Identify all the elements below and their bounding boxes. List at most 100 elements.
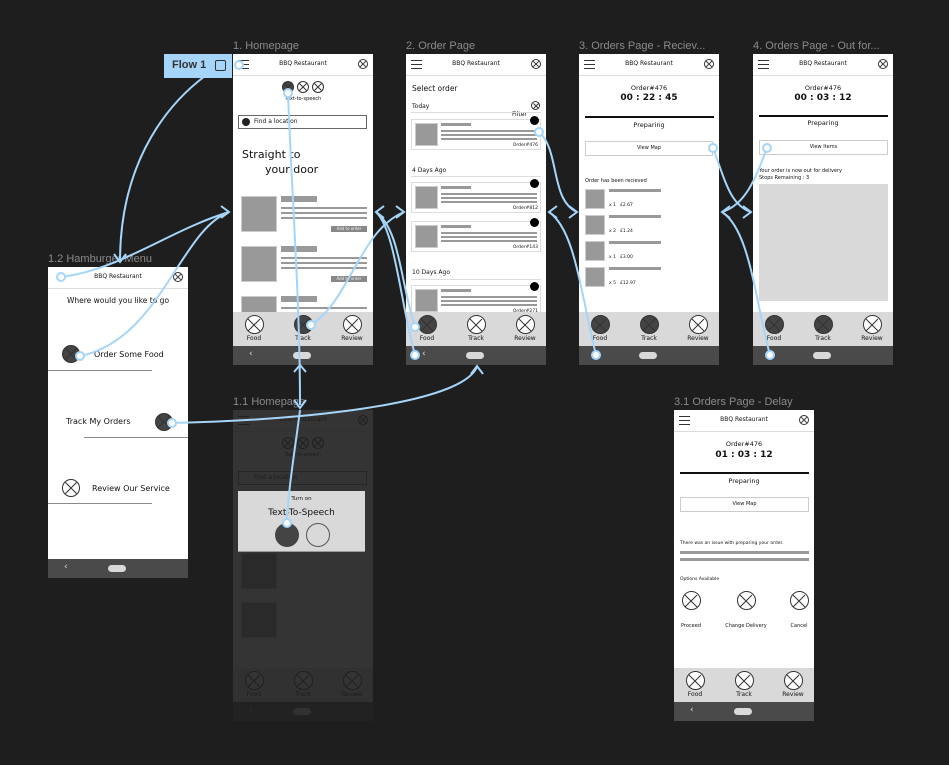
filter-button[interactable]: Filter — [512, 101, 540, 120]
nav-label: Track — [295, 335, 311, 342]
select-dot[interactable] — [530, 218, 539, 227]
app-title: BBQ Restaurant — [625, 60, 673, 67]
home-pill[interactable] — [466, 352, 484, 359]
tts-on-button[interactable] — [275, 523, 299, 547]
bottom-nav: Food Track Review — [406, 312, 546, 346]
nav-track[interactable]: Track — [806, 315, 840, 342]
bottom-nav: Food Track Review — [674, 668, 814, 702]
close-icon[interactable] — [878, 59, 888, 69]
nav-track[interactable]: Track — [459, 315, 493, 342]
home-pill[interactable] — [293, 352, 311, 359]
nav-track[interactable]: Track — [727, 671, 761, 698]
nav-label: Review — [861, 335, 883, 342]
frame-hamburger-menu: BBQ Restaurant Where would you like to g… — [48, 267, 188, 578]
frame-label: 3.1 Orders Page - Delay — [674, 396, 793, 408]
nav-track[interactable]: Track — [632, 315, 666, 342]
connection-flow-to-menu — [113, 75, 206, 264]
divider — [48, 503, 152, 504]
select-dot[interactable] — [530, 282, 539, 291]
nav-label: Track — [468, 335, 484, 342]
issue-message: There was an issue with preparing your o… — [680, 541, 784, 546]
search-placeholder: Find a location — [254, 118, 298, 125]
close-icon[interactable] — [173, 272, 183, 282]
nav-review[interactable]: Review — [776, 671, 810, 698]
nav-food[interactable]: Food — [237, 315, 271, 342]
home-pill[interactable] — [734, 708, 752, 715]
nav-label: Track — [815, 335, 831, 342]
nav-food[interactable]: Food — [410, 315, 444, 342]
order-card[interactable]: Order#143 — [411, 221, 541, 252]
track-icon — [466, 315, 486, 334]
cancel-icon — [789, 591, 809, 610]
back-icon[interactable]: ‹ — [249, 349, 253, 359]
nav-review[interactable]: Review — [855, 315, 889, 342]
header: BBQ Restaurant — [753, 54, 893, 76]
close-icon[interactable] — [531, 59, 541, 69]
menu-prompt: Where would you like to go — [66, 296, 170, 305]
food-icon — [417, 315, 437, 334]
delivery-map[interactable] — [759, 184, 888, 301]
option-label: Cancel — [790, 623, 808, 629]
order-item: x 2 £1.24 — [585, 215, 713, 237]
option-icon[interactable] — [312, 81, 324, 93]
menu-item-review-service[interactable]: Review Our Service — [48, 478, 188, 506]
close-icon[interactable] — [358, 59, 368, 69]
back-icon[interactable]: ‹ — [422, 349, 426, 359]
frame-order-page: BBQ Restaurant Select order Today Filter… — [406, 54, 546, 365]
add-to-order-button[interactable]: Add to order — [331, 226, 367, 232]
dialog-subtitle: Turn on — [291, 496, 312, 502]
review-icon — [342, 315, 362, 334]
play-flow-icon[interactable] — [215, 60, 226, 71]
frame-label: 1. Homepage — [233, 40, 300, 52]
tts-icon[interactable] — [282, 81, 294, 93]
menu-item-track-orders[interactable]: Track My Orders — [48, 411, 188, 439]
track-icon — [155, 413, 173, 431]
order-card[interactable]: Order#812 — [411, 182, 541, 213]
home-pill[interactable] — [108, 565, 126, 572]
flow-start-badge[interactable]: Flow 1 — [164, 54, 232, 78]
order-card[interactable]: Order#476 — [411, 119, 541, 150]
menu-item-label: Review Our Service — [92, 484, 170, 493]
back-icon[interactable]: ‹ — [690, 705, 694, 715]
view-map-button[interactable]: View Map — [680, 497, 809, 512]
select-dot[interactable] — [530, 116, 539, 125]
countdown-timer: 00 : 22 : 45 — [620, 93, 678, 103]
close-icon[interactable] — [704, 59, 714, 69]
back-icon[interactable]: ‹ — [769, 349, 773, 359]
system-nav-bar: ‹ — [48, 559, 188, 578]
view-items-button[interactable]: View Items — [759, 140, 888, 155]
back-icon[interactable]: ‹ — [64, 562, 68, 572]
app-title: BBQ Restaurant — [279, 60, 327, 67]
option-icon[interactable] — [297, 81, 309, 93]
add-to-order-button[interactable]: Add to order — [331, 276, 367, 282]
home-pill[interactable] — [813, 352, 831, 359]
close-icon[interactable] — [799, 415, 809, 425]
back-icon[interactable]: ‹ — [595, 349, 599, 359]
nav-food[interactable]: Food — [678, 671, 712, 698]
app-title: BBQ Restaurant — [94, 273, 142, 280]
menu-item-order-food[interactable]: Order Some Food — [48, 343, 188, 371]
home-pill[interactable] — [639, 352, 657, 359]
select-dot[interactable] — [530, 179, 539, 188]
location-search-input[interactable]: Find a location — [238, 115, 367, 129]
option-change-delivery[interactable]: Change Delivery — [719, 591, 773, 631]
track-icon — [813, 315, 833, 334]
system-nav-bar: ‹ — [753, 346, 893, 365]
view-map-button[interactable]: View Map — [585, 141, 713, 156]
change-delivery-icon — [736, 591, 756, 610]
nav-food[interactable]: Food — [583, 315, 617, 342]
app-title: BBQ Restaurant — [799, 60, 847, 67]
nav-review[interactable]: Review — [508, 315, 542, 342]
option-proceed[interactable]: Proceed — [676, 591, 706, 631]
tts-off-button[interactable] — [306, 523, 330, 547]
frame-label: 3. Orders Page - Reciev... — [579, 40, 706, 52]
nav-review[interactable]: Review — [681, 315, 715, 342]
order-status: Preparing — [728, 477, 760, 485]
nav-label: Food — [246, 335, 262, 342]
nav-review[interactable]: Review — [335, 315, 369, 342]
order-status: Preparing — [633, 121, 665, 129]
nav-food[interactable]: Food — [757, 315, 791, 342]
option-cancel[interactable]: Cancel — [786, 591, 812, 631]
nav-track[interactable]: Track — [286, 315, 320, 342]
item-price: £2.67 — [620, 203, 633, 208]
